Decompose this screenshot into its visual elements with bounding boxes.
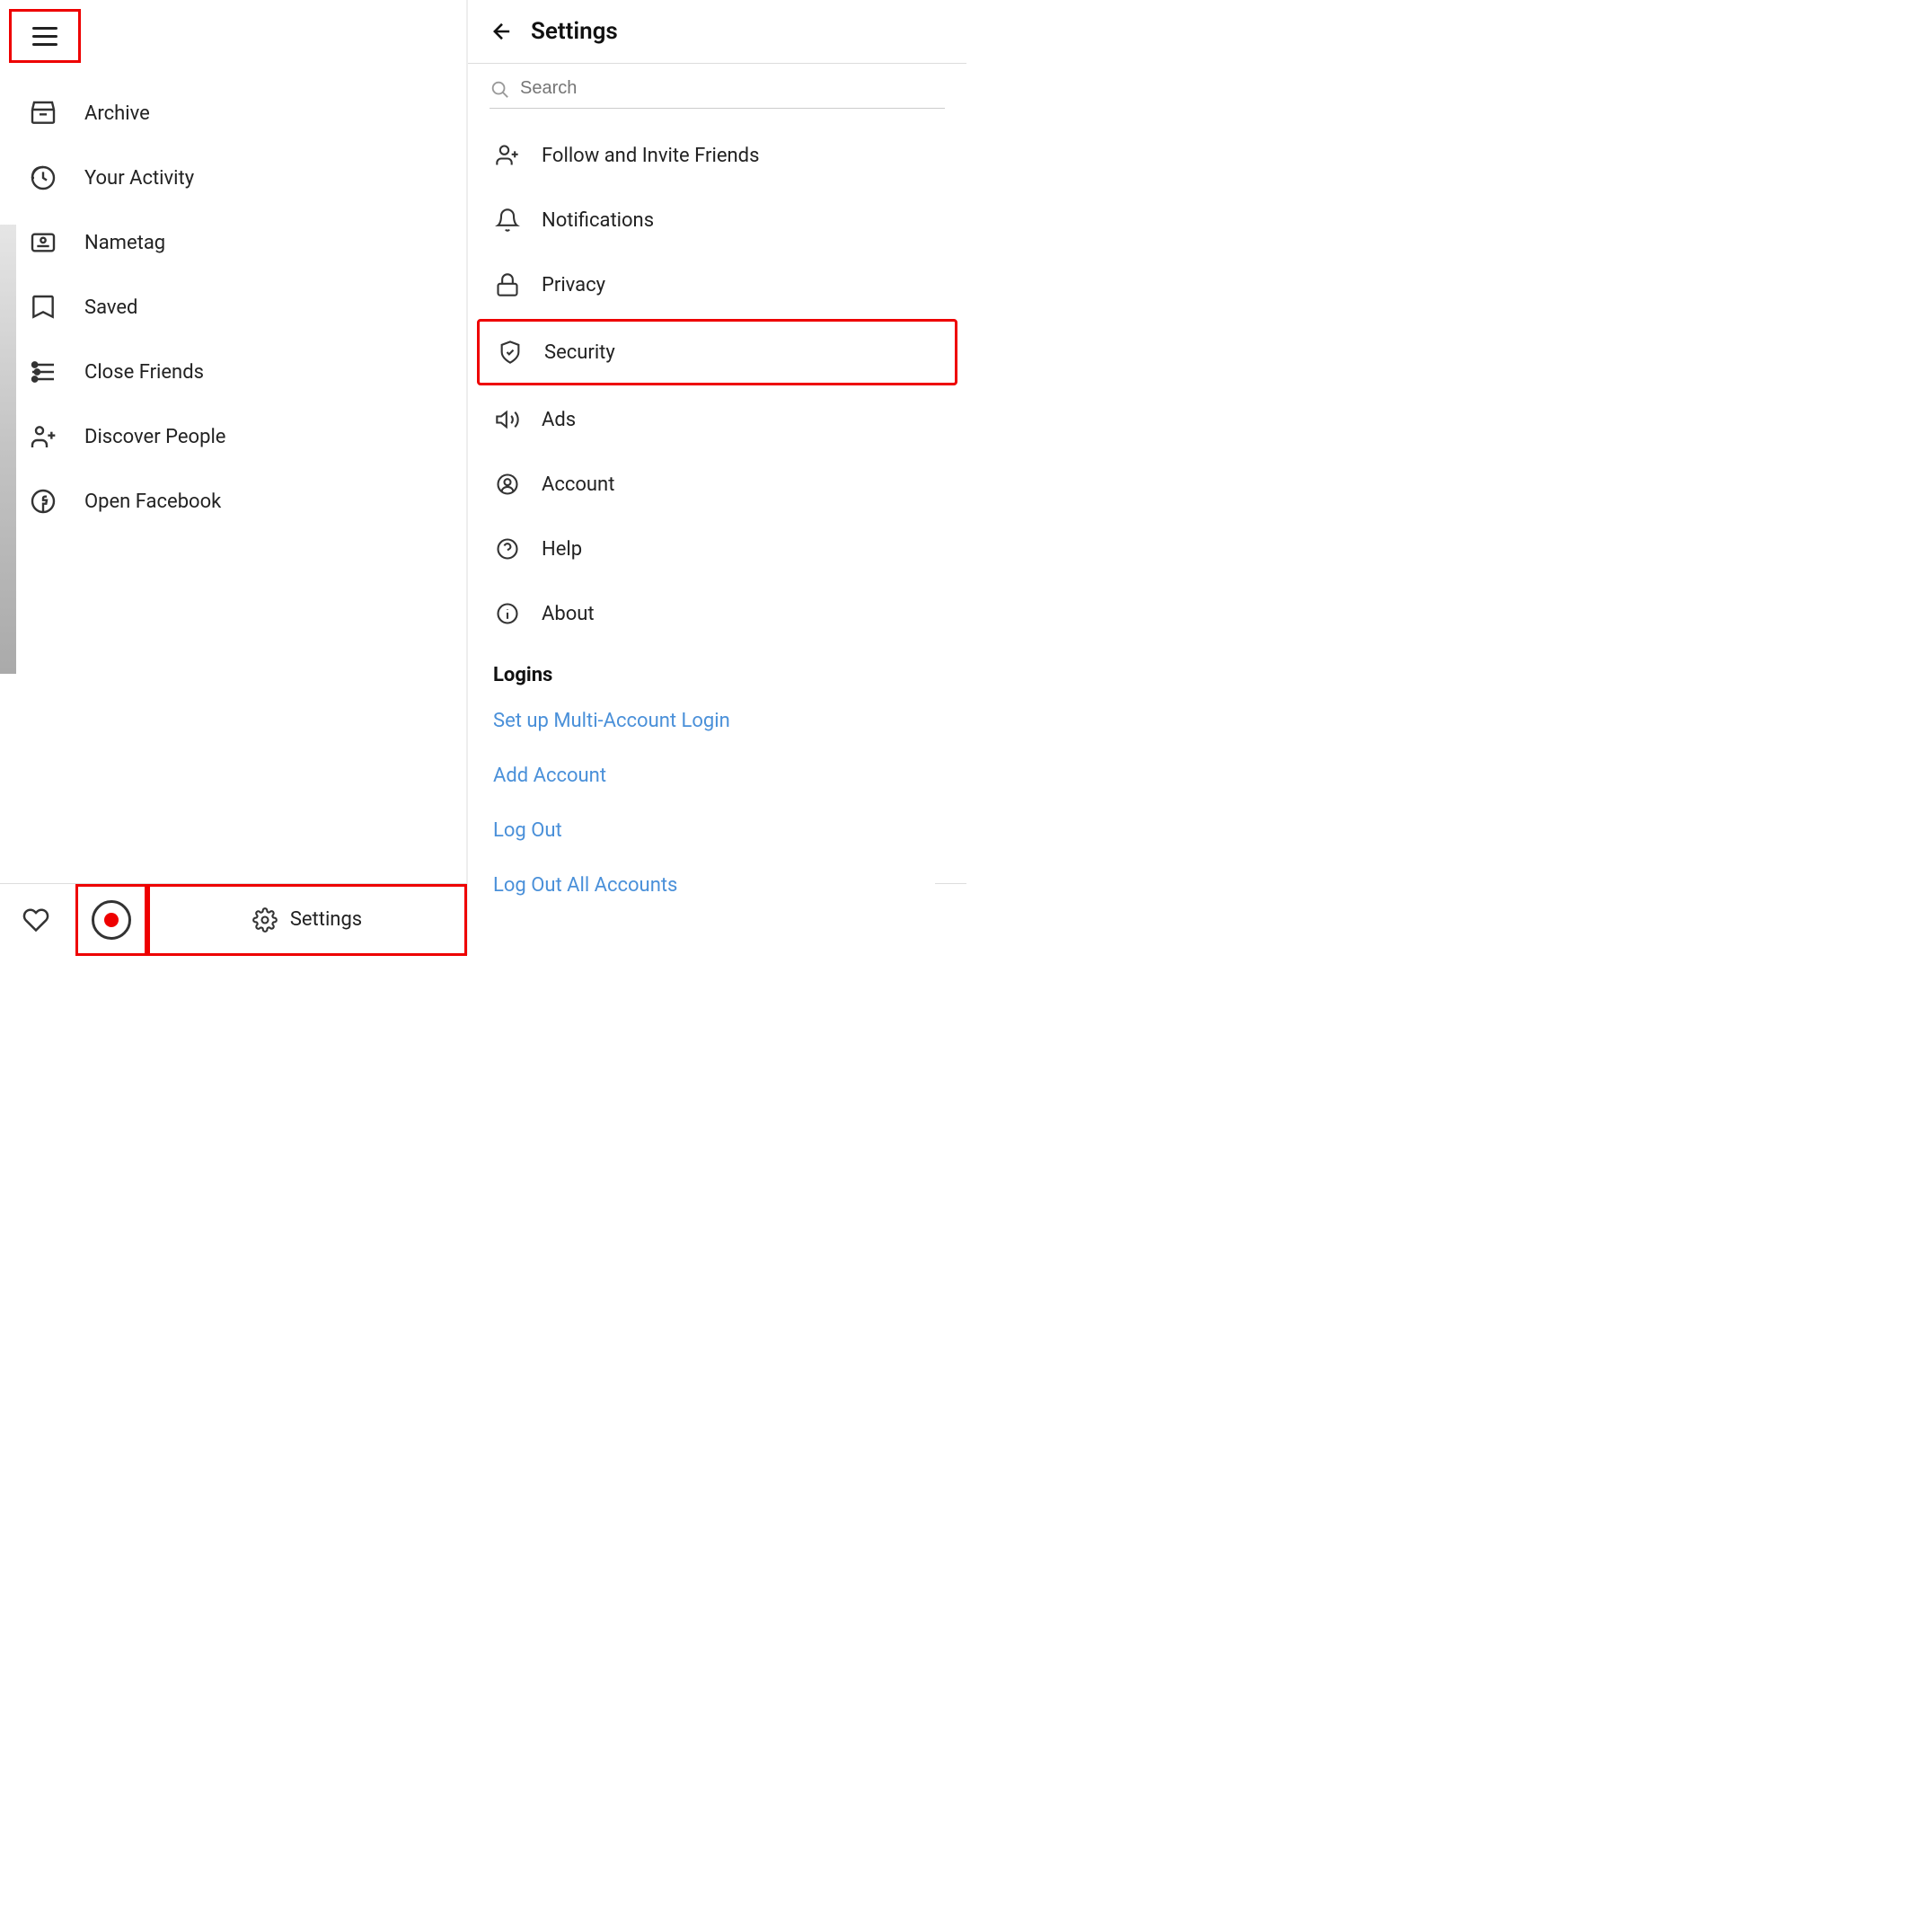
menu-item-archive[interactable]: Archive <box>0 81 466 146</box>
photo-strip <box>0 225 16 674</box>
settings-item-account[interactable]: Account <box>468 452 966 517</box>
search-bar <box>490 78 945 109</box>
settings-list: Follow and Invite Friends Notifications … <box>468 123 966 913</box>
facebook-icon <box>27 485 59 517</box>
settings-header: Settings <box>468 0 966 64</box>
settings-panel: Settings Follow and Invite Friends <box>467 0 966 955</box>
your-activity-label: Your Activity <box>84 167 194 190</box>
bottom-bar-left: Settings <box>0 883 467 955</box>
follow-label: Follow and Invite Friends <box>542 145 759 167</box>
settings-item-ads[interactable]: Ads <box>468 387 966 452</box>
discover-people-label: Discover People <box>84 426 225 448</box>
menu-item-nametag[interactable]: Nametag <box>0 210 466 275</box>
search-icon <box>490 79 509 99</box>
menu-item-your-activity[interactable]: Your Activity <box>0 146 466 210</box>
hamburger-icon <box>32 27 57 46</box>
close-friends-label: Close Friends <box>84 361 204 384</box>
search-input[interactable] <box>520 78 945 99</box>
discover-people-icon <box>27 420 59 453</box>
menu-item-open-facebook[interactable]: Open Facebook <box>0 469 466 534</box>
camera-circle-icon <box>92 900 131 940</box>
open-facebook-label: Open Facebook <box>84 491 221 513</box>
left-menu-panel: Archive Your Activity Nam <box>0 0 467 955</box>
help-icon <box>493 535 522 563</box>
shield-icon <box>496 338 525 367</box>
logout-link[interactable]: Log Out <box>468 803 966 858</box>
settings-title: Settings <box>531 18 618 45</box>
settings-item-help[interactable]: Help <box>468 517 966 581</box>
settings-bottom-label: Settings <box>290 908 362 931</box>
menu-item-discover-people[interactable]: Discover People <box>0 404 466 469</box>
settings-item-privacy[interactable]: Privacy <box>468 252 966 317</box>
account-icon <box>493 470 522 499</box>
saved-icon <box>27 291 59 323</box>
bottom-nav-right <box>935 883 966 955</box>
settings-bottom-button[interactable]: Settings <box>147 884 467 956</box>
settings-item-notifications[interactable]: Notifications <box>468 188 966 252</box>
ads-icon <box>493 405 522 434</box>
multi-account-login-link[interactable]: Set up Multi-Account Login <box>468 694 966 748</box>
nametag-icon <box>27 226 59 259</box>
home-nav-icon[interactable] <box>963 898 966 942</box>
settings-item-about[interactable]: About <box>468 581 966 646</box>
about-label: About <box>542 603 595 625</box>
help-label: Help <box>542 538 582 561</box>
ads-label: Ads <box>542 409 576 431</box>
menu-item-saved[interactable]: Saved <box>0 275 466 340</box>
lock-icon <box>493 270 522 299</box>
menu-item-close-friends[interactable]: Close Friends <box>0 340 466 404</box>
privacy-label: Privacy <box>542 274 605 296</box>
logins-section-label: Logins <box>468 646 966 694</box>
back-button[interactable] <box>490 19 515 44</box>
security-label: Security <box>544 341 615 364</box>
settings-item-security[interactable]: Security <box>477 319 957 385</box>
menu-items-list: Archive Your Activity Nam <box>0 72 466 955</box>
camera-button[interactable] <box>75 884 147 956</box>
hamburger-button[interactable] <box>9 9 81 63</box>
activity-icon <box>27 162 59 194</box>
archive-icon <box>27 97 59 129</box>
info-icon <box>493 599 522 628</box>
heart-button[interactable] <box>0 884 72 956</box>
settings-item-follow[interactable]: Follow and Invite Friends <box>468 123 966 188</box>
notifications-label: Notifications <box>542 209 654 232</box>
nametag-label: Nametag <box>84 232 165 254</box>
close-friends-icon <box>27 356 59 388</box>
follow-icon <box>493 141 522 170</box>
logout-all-accounts-link[interactable]: Log Out All Accounts <box>468 858 966 913</box>
add-account-link[interactable]: Add Account <box>468 748 966 803</box>
account-label: Account <box>542 473 614 496</box>
archive-label: Archive <box>84 102 150 125</box>
bell-icon <box>493 206 522 234</box>
saved-label: Saved <box>84 296 137 319</box>
